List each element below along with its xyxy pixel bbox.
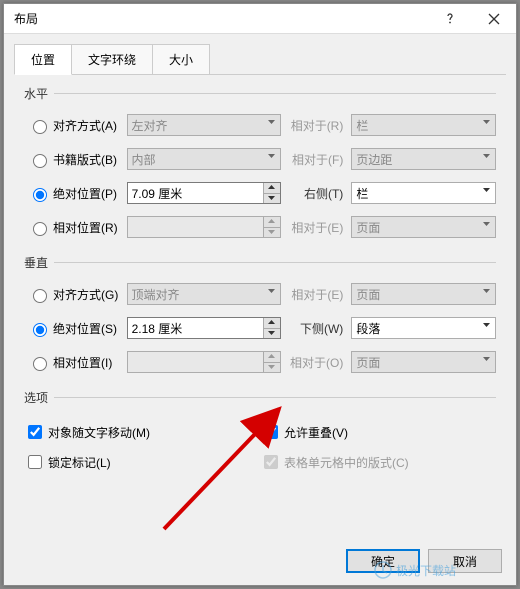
h-align-value[interactable]: 左对齐 bbox=[127, 114, 281, 136]
v-abs-radio[interactable]: 绝对位置(S) bbox=[24, 320, 127, 337]
spin-up[interactable] bbox=[263, 183, 280, 194]
cancel-button[interactable]: 取消 bbox=[428, 549, 502, 573]
v-align-rel-label: 相对于(E) bbox=[281, 286, 351, 303]
chevron-down-icon bbox=[482, 287, 491, 296]
spin-down[interactable] bbox=[263, 329, 280, 339]
help-icon bbox=[443, 12, 457, 26]
chevron-down-icon bbox=[482, 321, 491, 330]
heading-vertical: 垂直 bbox=[24, 254, 48, 271]
v-rel-rel-value[interactable]: 页面 bbox=[351, 351, 496, 373]
v-rel-rel-label: 相对于(O) bbox=[281, 354, 351, 371]
v-align-value[interactable]: 顶端对齐 bbox=[127, 283, 281, 305]
section-horizontal: 水平 对齐方式(A) 左对齐 相对于(R) 栏 书籍版式(B) 内部 相对于(F… bbox=[24, 85, 496, 244]
chevron-down-icon bbox=[482, 220, 491, 229]
chevron-down-icon bbox=[267, 194, 276, 203]
h-rel-spinner bbox=[127, 216, 281, 238]
h-rel-input bbox=[128, 218, 258, 236]
chevron-down-icon bbox=[482, 152, 491, 161]
tab-position[interactable]: 位置 bbox=[14, 44, 72, 75]
h-rel-rel-value[interactable]: 页面 bbox=[351, 216, 496, 238]
move-with-text-checkbox[interactable]: 对象随文字移动(M) bbox=[24, 422, 260, 442]
v-abs-spinner[interactable] bbox=[127, 317, 281, 339]
chevron-up-icon bbox=[267, 217, 276, 226]
h-abs-input[interactable] bbox=[128, 184, 258, 202]
v-rel-input bbox=[128, 353, 258, 371]
v-abs-rel-label: 下侧(W) bbox=[281, 320, 351, 337]
heading-options: 选项 bbox=[24, 389, 48, 406]
v-abs-input[interactable] bbox=[128, 319, 258, 337]
h-abs-spinner[interactable] bbox=[127, 182, 281, 204]
allow-overlap-checkbox[interactable]: 允许重叠(V) bbox=[260, 422, 496, 442]
chevron-down-icon bbox=[267, 118, 276, 127]
chevron-up-icon bbox=[267, 352, 276, 361]
tabs: 位置 文字环绕 大小 bbox=[14, 44, 506, 75]
dialog-title: 布局 bbox=[4, 10, 428, 27]
help-button[interactable] bbox=[428, 4, 472, 34]
tab-size[interactable]: 大小 bbox=[152, 44, 210, 75]
h-book-value[interactable]: 内部 bbox=[127, 148, 281, 170]
h-book-rel-label: 相对于(F) bbox=[281, 151, 351, 168]
titlebar: 布局 bbox=[4, 4, 516, 34]
section-options: 选项 bbox=[24, 389, 496, 406]
h-rel-rel-label: 相对于(E) bbox=[281, 219, 351, 236]
h-abs-radio[interactable]: 绝对位置(P) bbox=[24, 185, 127, 202]
h-align-radio[interactable]: 对齐方式(A) bbox=[24, 117, 127, 134]
chevron-down-icon bbox=[267, 228, 276, 237]
chevron-up-icon bbox=[267, 183, 276, 192]
chevron-down-icon bbox=[267, 363, 276, 372]
v-rel-radio[interactable]: 相对位置(I) bbox=[24, 354, 127, 371]
ok-button[interactable]: 确定 bbox=[346, 549, 420, 573]
h-abs-rel-value[interactable]: 栏 bbox=[351, 182, 496, 204]
v-align-radio[interactable]: 对齐方式(G) bbox=[24, 286, 127, 303]
chevron-up-icon bbox=[267, 318, 276, 327]
v-align-rel-value[interactable]: 页面 bbox=[351, 283, 496, 305]
section-vertical: 垂直 对齐方式(G) 顶端对齐 相对于(E) 页面 绝对位置(S) 下侧(W) … bbox=[24, 254, 496, 379]
lock-anchor-checkbox[interactable]: 锁定标记(L) bbox=[24, 452, 260, 472]
h-abs-rel-label: 右侧(T) bbox=[281, 185, 351, 202]
h-align-rel-label: 相对于(R) bbox=[281, 117, 351, 134]
heading-horizontal: 水平 bbox=[24, 85, 48, 102]
chevron-down-icon bbox=[267, 152, 276, 161]
spin-up[interactable] bbox=[263, 318, 280, 329]
chevron-down-icon bbox=[482, 118, 491, 127]
chevron-down-icon bbox=[267, 329, 276, 338]
chevron-down-icon bbox=[482, 355, 491, 364]
h-book-radio[interactable]: 书籍版式(B) bbox=[24, 151, 127, 168]
chevron-down-icon bbox=[267, 287, 276, 296]
spin-down[interactable] bbox=[263, 194, 280, 204]
v-abs-rel-value[interactable]: 段落 bbox=[351, 317, 496, 339]
layout-in-cell-checkbox: 表格单元格中的版式(C) bbox=[260, 452, 496, 472]
v-rel-spinner bbox=[127, 351, 281, 373]
h-align-rel-value[interactable]: 栏 bbox=[351, 114, 496, 136]
h-book-rel-value[interactable]: 页边距 bbox=[351, 148, 496, 170]
chevron-down-icon bbox=[482, 186, 491, 195]
h-rel-radio[interactable]: 相对位置(R) bbox=[24, 219, 127, 236]
layout-dialog: 布局 位置 文字环绕 大小 水平 对齐方式(A) 左对齐 相对于(R) 栏 书籍… bbox=[3, 3, 517, 586]
close-button[interactable] bbox=[472, 4, 516, 34]
tab-text-wrap[interactable]: 文字环绕 bbox=[71, 44, 153, 75]
close-icon bbox=[488, 13, 500, 25]
